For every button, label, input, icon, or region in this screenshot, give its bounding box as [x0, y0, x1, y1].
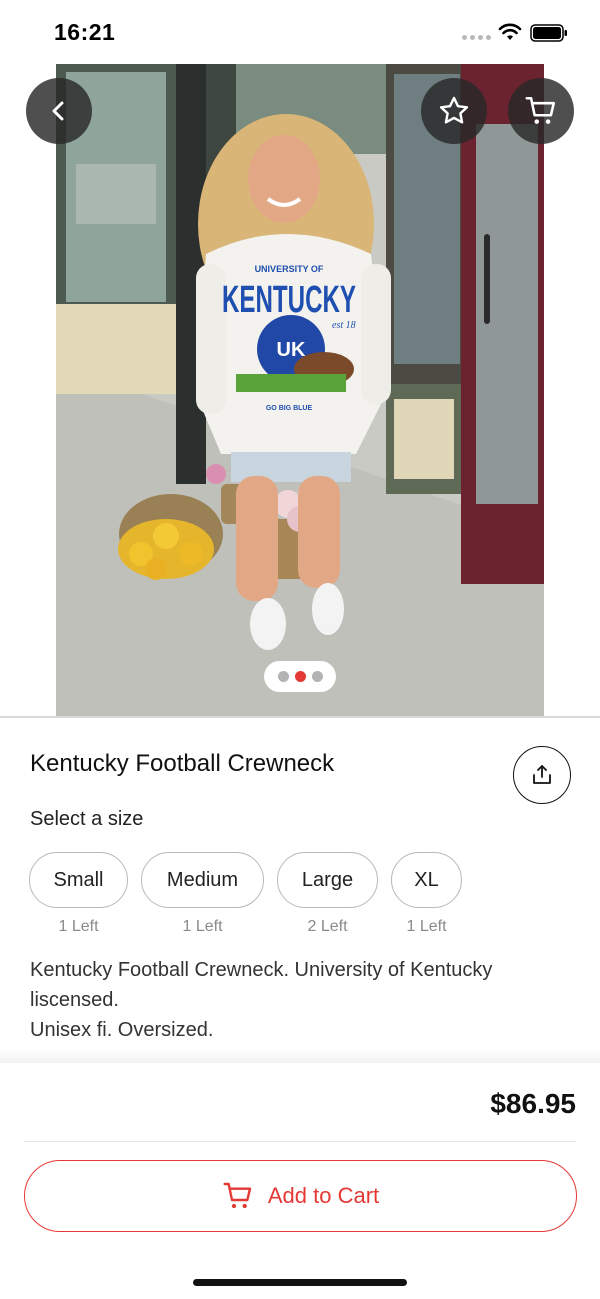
- pager-dot-active[interactable]: [294, 671, 306, 682]
- size-prompt: Select a size: [30, 808, 144, 830]
- pager-dot[interactable]: [277, 671, 289, 682]
- battery-icon: [530, 24, 567, 42]
- image-pager[interactable]: [264, 661, 336, 692]
- description-line: Kentucky Football Crewneck. University o…: [30, 959, 493, 1011]
- status-time: 16:21: [54, 19, 116, 45]
- stock-xl: 1 Left: [406, 918, 447, 935]
- shirt-logo-text: UK: [277, 339, 306, 361]
- shirt-team-text: KENTUCKY: [222, 279, 356, 321]
- chevron-left-icon: [52, 101, 64, 121]
- size-option-small[interactable]: Small: [29, 852, 128, 908]
- product-photo[interactable]: UNIVERSITY OF KENTUCKY UK est 18 GO BIG …: [56, 64, 544, 716]
- product-price: $86.95: [490, 1088, 576, 1119]
- home-indicator[interactable]: [193, 1279, 407, 1286]
- stock-medium: 1 Left: [182, 918, 223, 935]
- add-to-cart-button[interactable]: Add to Cart: [24, 1160, 577, 1232]
- shirt-university-text: UNIVERSITY OF: [255, 264, 324, 274]
- bottom-bar-shadow: [0, 1048, 600, 1064]
- back-button[interactable]: [26, 78, 92, 144]
- stock-small: 1 Left: [58, 918, 99, 935]
- divider: [24, 1141, 576, 1142]
- product-title: Kentucky Football Crewneck: [30, 750, 335, 777]
- share-icon: [533, 765, 551, 784]
- cart-icon: [223, 1182, 252, 1209]
- size-option-large[interactable]: Large: [277, 852, 378, 908]
- favorite-button[interactable]: [421, 78, 487, 144]
- pager-dot[interactable]: [311, 671, 323, 682]
- cart-button[interactable]: [508, 78, 574, 144]
- star-icon: [439, 96, 469, 124]
- cart-icon: [525, 96, 556, 124]
- size-option-medium[interactable]: Medium: [141, 852, 264, 908]
- description-line: Unisex fi. Oversized.: [30, 1019, 214, 1041]
- stock-large: 2 Left: [307, 918, 348, 935]
- add-to-cart-label: Add to Cart: [267, 1183, 380, 1208]
- size-option-xl[interactable]: XL: [391, 852, 462, 908]
- divider: [0, 716, 600, 718]
- wifi-icon: [498, 23, 522, 40]
- shirt-est-text: est 18: [332, 320, 356, 331]
- shirt-slogan-text: GO BIG BLUE: [266, 405, 313, 412]
- cellular-signal-icon: [462, 35, 491, 40]
- status-bar: 16:21: [0, 0, 600, 64]
- share-button[interactable]: [513, 746, 571, 804]
- product-description: Kentucky Football Crewneck. University o…: [30, 955, 570, 1045]
